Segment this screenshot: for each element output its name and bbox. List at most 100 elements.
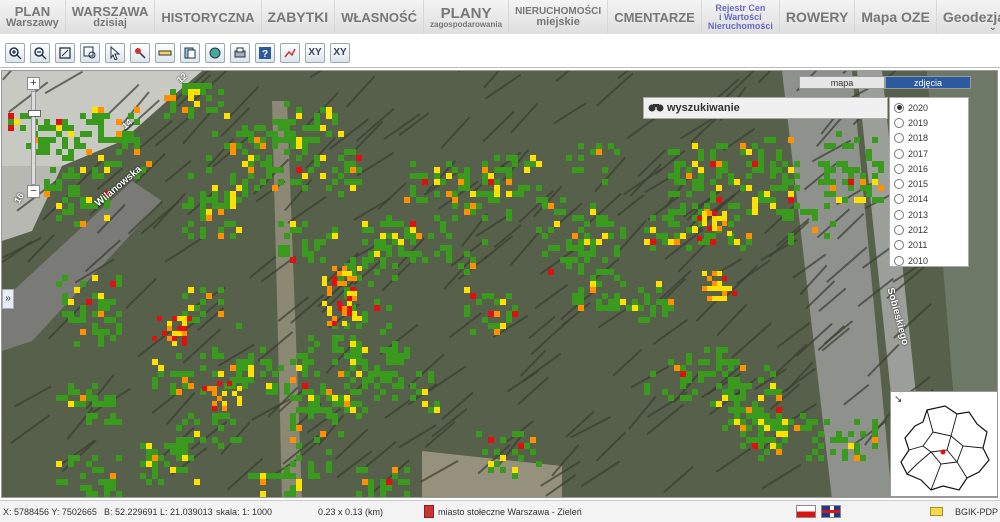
map-extent: 0.23 x 0.13 (km): [318, 507, 384, 517]
nav-tab-label: ZABYTKI: [267, 9, 329, 25]
map-toolbar: ? XY XY: [0, 38, 1000, 68]
radio-button[interactable]: [894, 148, 904, 159]
current-location-marker: [940, 449, 946, 455]
radio-button[interactable]: [894, 102, 904, 113]
year-option[interactable]: 2019: [892, 115, 966, 130]
zoom-slider[interactable]: + −: [27, 77, 41, 201]
map-scale: skala: 1: 1000: [216, 507, 273, 517]
nav-tab[interactable]: WŁASNOŚĆ: [335, 0, 425, 34]
mail-icon[interactable]: [930, 507, 943, 516]
aerial-imagery: [2, 71, 997, 497]
nav-tab[interactable]: NIERUCHOMOŚCI miejskie: [509, 0, 609, 34]
full-extent-icon[interactable]: [55, 42, 75, 63]
radio-button[interactable]: [894, 240, 904, 251]
layer-crest-icon: [424, 505, 434, 518]
year-option[interactable]: 2012: [892, 222, 966, 237]
nav-tab-sublabel: zagospodarowania: [430, 19, 503, 29]
nav-tab[interactable]: HISTORYCZNA: [155, 0, 262, 34]
radio-button[interactable]: [894, 117, 904, 128]
year-label: 2016: [908, 163, 929, 174]
help-icon[interactable]: ?: [255, 42, 275, 63]
svg-text:?: ?: [262, 49, 268, 60]
polish-flag-icon[interactable]: [796, 505, 816, 518]
nav-tab-sublabel: Nieruchomości: [707, 20, 773, 31]
year-option[interactable]: 2013: [892, 207, 966, 222]
nav-tab[interactable]: Mapa OZE: [855, 0, 937, 34]
zoom-out-tool-icon[interactable]: [30, 42, 50, 63]
credit: BGIK-PDP: [955, 507, 999, 517]
year-label: 2011: [908, 240, 928, 251]
measure-icon[interactable]: [155, 42, 175, 63]
layers-icon[interactable]: [180, 42, 200, 63]
nav-expand-icon[interactable]: ⌄: [989, 22, 997, 33]
radio-button[interactable]: [894, 255, 904, 266]
zoom-box-icon[interactable]: [80, 42, 100, 63]
nav-tab[interactable]: ROWERY: [779, 0, 856, 34]
year-label: 2015: [908, 179, 929, 190]
year-option[interactable]: 2020: [892, 100, 966, 115]
nav-tab-label: Mapa OZE: [861, 9, 930, 25]
year-option[interactable]: 2014: [892, 192, 966, 207]
year-label: 2018: [908, 133, 929, 144]
coords-xy: X: 5788456 Y: 7502665: [3, 507, 97, 517]
route-icon[interactable]: [280, 42, 300, 63]
print-icon[interactable]: [230, 42, 250, 63]
nav-tab[interactable]: PLAN Warszawy: [0, 0, 66, 34]
pointer-icon[interactable]: [105, 42, 125, 63]
year-selector: 2020 2019 2018 2017 2016 2015 2014 2013 2012 2011…: [889, 97, 969, 267]
nav-tab-label: WŁASNOŚĆ: [341, 9, 418, 25]
overview-map[interactable]: ↘: [890, 391, 997, 497]
identify-icon[interactable]: [130, 42, 150, 63]
english-flag-icon[interactable]: [821, 505, 841, 518]
nav-tab[interactable]: PLANY zagospodarowania: [424, 0, 510, 34]
nav-tab-label: PLANY: [440, 4, 492, 22]
search-bar[interactable]: wyszukiwanie: [643, 97, 888, 119]
nav-tab-label: ROWERY: [785, 9, 849, 25]
year-option[interactable]: 2017: [892, 146, 966, 161]
radio-button[interactable]: [894, 225, 904, 236]
map-view[interactable]: Wilanowska Sobieskiego 12 14 16 + − » ma…: [1, 70, 998, 498]
side-panel-toggle[interactable]: »: [2, 289, 14, 309]
zoom-track[interactable]: [28, 91, 41, 185]
warsaw-districts-outline: [900, 405, 990, 491]
nav-tab[interactable]: Rejestr Cen i Wartości Nieruchomości: [701, 0, 780, 34]
zoom-in-tool-icon[interactable]: [5, 42, 25, 63]
year-label: 2010: [908, 255, 929, 266]
globe-icon[interactable]: [205, 42, 225, 63]
basemap-zdjecia-button[interactable]: zdjęcia: [885, 76, 971, 89]
radio-button[interactable]: [894, 179, 904, 190]
radio-button[interactable]: [894, 133, 904, 144]
nav-tab-label: CMENTARZE: [614, 9, 695, 25]
nav-tab[interactable]: CMENTARZE: [608, 0, 702, 34]
nav-tab-sublabel: Warszawy: [6, 17, 59, 29]
basemap-switch: mapa zdjęcia: [799, 76, 971, 89]
xy-goto-button[interactable]: XY: [330, 42, 350, 63]
year-label: 2012: [908, 225, 929, 236]
status-bar: X: 5788456 Y: 7502665 B: 52.229691 L: 21…: [0, 500, 1000, 522]
radio-button[interactable]: [894, 163, 904, 174]
nav-tab[interactable]: WARSZAWA dzisiaj: [65, 0, 156, 34]
year-label: 2013: [908, 209, 929, 220]
year-option[interactable]: 2011: [892, 238, 966, 253]
nav-tab-label: NIERUCHOMOŚCI: [515, 5, 602, 17]
nav-tab-sublabel: miejskie: [536, 15, 580, 28]
coords-geo: B: 52.229691 L: 21.039013: [104, 507, 213, 517]
nav-tab-label: HISTORYCZNA: [161, 9, 255, 25]
binoculars-icon: [648, 99, 664, 117]
year-option[interactable]: 2010: [892, 253, 966, 268]
basemap-mapa-button[interactable]: mapa: [799, 76, 885, 89]
year-label: 2014: [908, 194, 929, 205]
nav-tab[interactable]: ZABYTKI: [261, 0, 336, 34]
year-option[interactable]: 2015: [892, 176, 966, 191]
nav-tab-sublabel: dzisiaj: [93, 17, 127, 29]
year-option[interactable]: 2018: [892, 131, 966, 146]
zoom-in-button[interactable]: +: [27, 77, 40, 90]
radio-button[interactable]: [894, 194, 904, 205]
year-label: 2019: [908, 117, 929, 128]
radio-button[interactable]: [894, 209, 904, 220]
zoom-out-button[interactable]: −: [27, 185, 40, 198]
year-label: 2017: [908, 148, 929, 159]
year-option[interactable]: 2016: [892, 161, 966, 176]
zoom-handle[interactable]: [28, 110, 41, 117]
xy-locate-button[interactable]: XY: [305, 42, 325, 63]
